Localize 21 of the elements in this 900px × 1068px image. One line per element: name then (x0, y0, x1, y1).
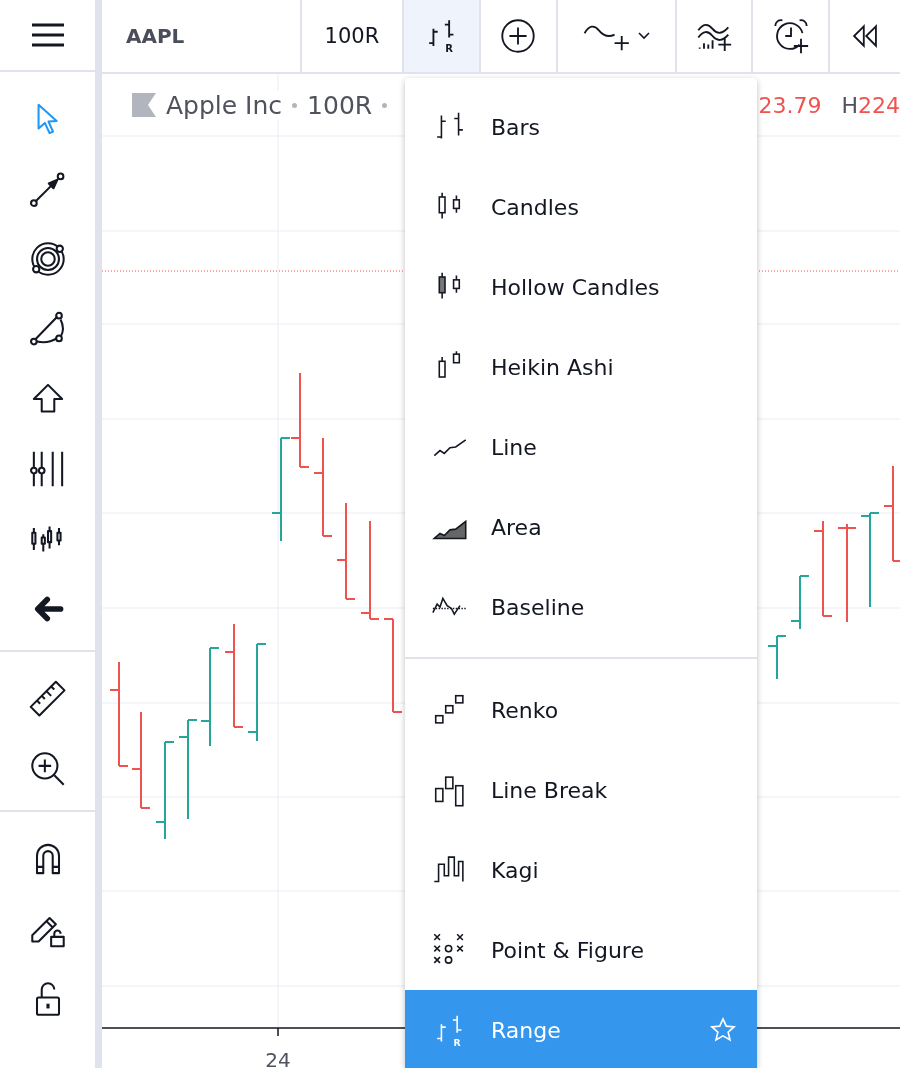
flag-icon (132, 93, 156, 117)
menu-item[interactable]: Heikin Ashi (405, 327, 757, 407)
star-icon[interactable] (709, 1016, 737, 1044)
menu-item[interactable]: Kagi (405, 830, 757, 910)
axis-label: 24 (265, 1048, 291, 1068)
high-value: 224 (858, 92, 900, 118)
price-value: 23.79 (758, 92, 822, 118)
menu-item[interactable]: Area (405, 487, 757, 567)
menu-item[interactable]: Candles (405, 167, 757, 247)
menu-item[interactable]: Bars (405, 87, 757, 167)
caret-icon (636, 31, 653, 41)
chart-type-button[interactable]: R (404, 0, 482, 72)
menu-icon (29, 22, 66, 48)
menu-item[interactable]: Renko (405, 670, 757, 750)
menu-item[interactable]: Point & Figure (405, 910, 757, 990)
symbol-name: Apple Inc (166, 90, 283, 120)
menu-item[interactable]: Baseline (405, 567, 757, 647)
high-label: H (841, 92, 858, 118)
menu-item[interactable]: Line Break (405, 750, 757, 830)
menu-item[interactable]: Line (405, 407, 757, 487)
menu-item[interactable]: Hollow Candles (405, 247, 757, 327)
